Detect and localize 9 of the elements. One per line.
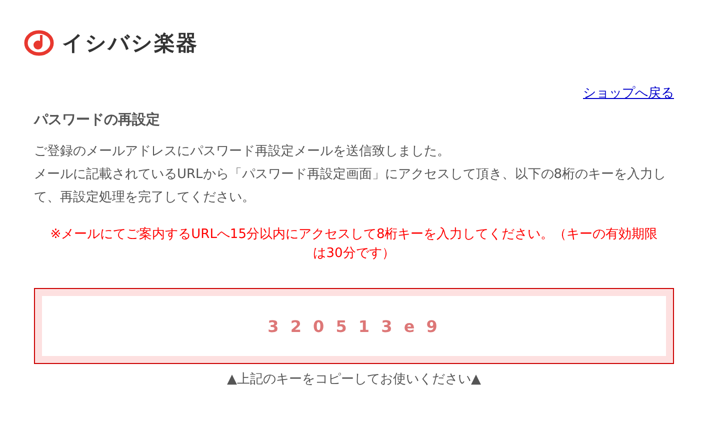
notice-text: ※メールにてご案内するURLへ15分以内にアクセスして8桁キーを入力してください。（キーの有効期限は30分です）: [49, 226, 659, 263]
key-caption: ▲上記のキーをコピーしてお使いください▲: [226, 371, 482, 388]
key-code: 3 2 0 5 1 3 e 9: [268, 316, 440, 336]
message-text: メールに記載されているURLから「パスワード再設定画面」にアクセスして頂き、以下の8桁のキーを入力して、再設定処理を完了してください。: [34, 166, 668, 207]
logo-icon: [24, 30, 54, 56]
message-text: ご登録のメールアドレスにパスワード再設定メールを送信致しました。: [34, 143, 451, 161]
back-link[interactable]: ショップへ戻る: [583, 84, 674, 102]
page-heading: パスワードの再設定: [34, 111, 161, 129]
logo-text: イシバシ楽器: [62, 32, 198, 54]
